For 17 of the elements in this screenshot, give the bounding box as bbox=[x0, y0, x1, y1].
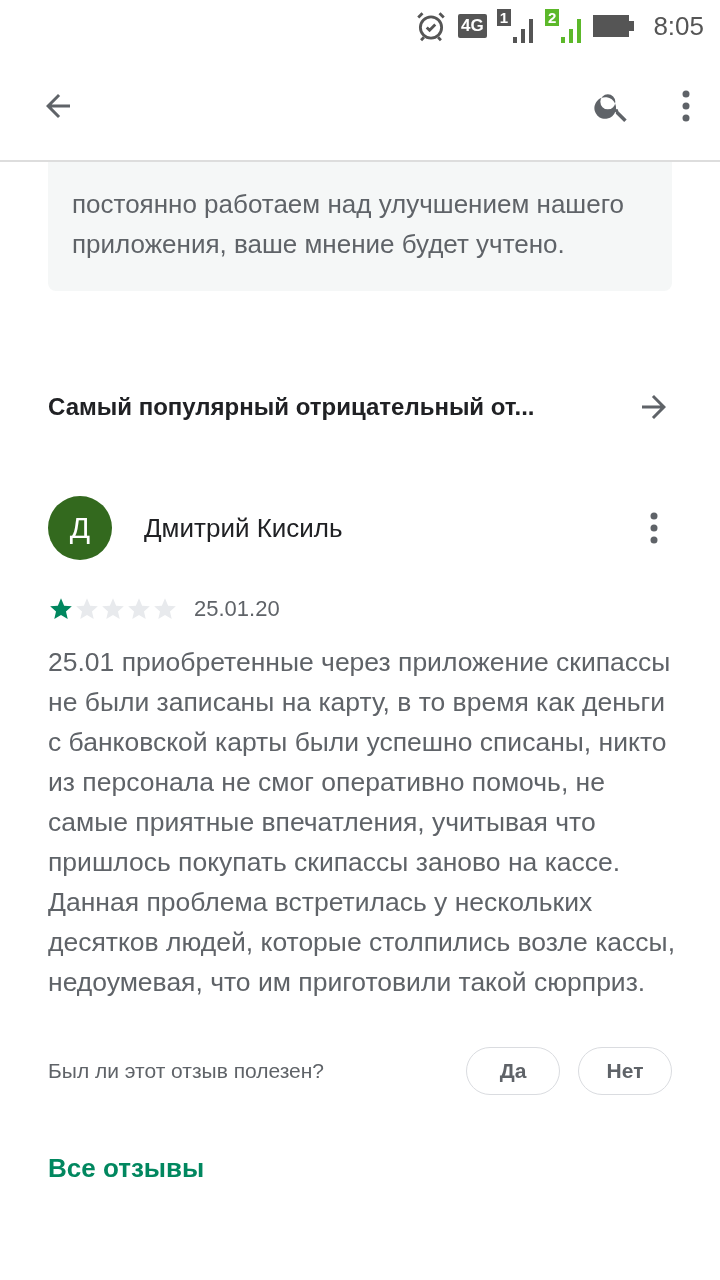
helpful-question: Был ли этот отзыв полезен? bbox=[48, 1059, 326, 1083]
review-date: 25.01.20 bbox=[194, 596, 280, 622]
alarm-icon bbox=[414, 9, 448, 43]
clock-time: 8:05 bbox=[653, 10, 704, 42]
vote-button[interactable]: Нет bbox=[578, 1047, 672, 1095]
section-title: Самый популярный отрицательный от... bbox=[48, 393, 536, 421]
avatar: Д bbox=[48, 496, 112, 560]
battery-icon bbox=[593, 15, 636, 37]
all-reviews-link[interactable]: Все отзывы bbox=[48, 1153, 672, 1184]
author-name: Дмитрий Кисиль bbox=[144, 512, 344, 544]
review-text: 25.01 приобретенные через приложение скипассы не были записаны на карту, в то время как деньги с банковской карты были успешно списаны, никто из персонала не смог оперативно помочь, не самые приятные впечатления, учитывая что пришлось покупать скипассы заново на кассе. Данная проблема встретилась у нескольких десятков людей, которые столпились возле кассы, недоумевая, что им приготовили такой сюрприз. bbox=[48, 646, 676, 999]
network-type: 4G bbox=[458, 14, 487, 38]
vote-button[interactable]: Да bbox=[466, 1047, 560, 1095]
reply-text: постоянно работаем над улучшением нашего приложения, ваше мнение будет учтено. bbox=[72, 188, 626, 261]
sim-number: 2 bbox=[545, 9, 560, 26]
star-icon bbox=[48, 596, 74, 622]
sim-number: 1 bbox=[496, 9, 512, 26]
